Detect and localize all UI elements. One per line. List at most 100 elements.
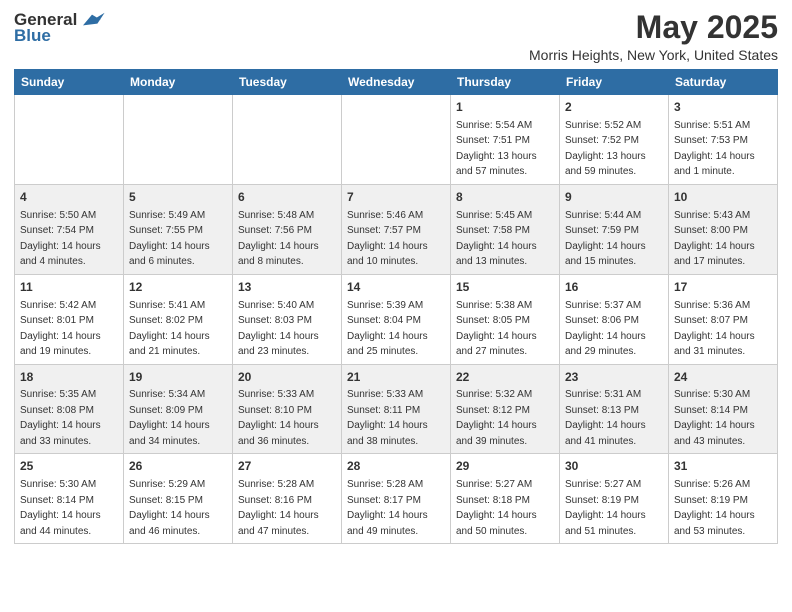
day-info: Sunrise: 5:39 AM Sunset: 8:04 PM Dayligh… bbox=[347, 300, 428, 358]
day-number: 18 bbox=[20, 369, 118, 386]
day-number: 5 bbox=[129, 189, 227, 206]
weekday-header-sunday: Sunday bbox=[15, 70, 124, 95]
day-number: 15 bbox=[456, 279, 554, 296]
day-number: 13 bbox=[238, 279, 336, 296]
day-info: Sunrise: 5:29 AM Sunset: 8:15 PM Dayligh… bbox=[129, 479, 210, 537]
day-number: 27 bbox=[238, 458, 336, 475]
day-info: Sunrise: 5:33 AM Sunset: 8:10 PM Dayligh… bbox=[238, 389, 319, 447]
day-number: 9 bbox=[565, 189, 663, 206]
weekday-header-wednesday: Wednesday bbox=[342, 70, 451, 95]
calendar-cell: 17 Sunrise: 5:36 AM Sunset: 8:07 PM Dayli… bbox=[669, 274, 778, 364]
day-number: 2 bbox=[565, 99, 663, 116]
day-info: Sunrise: 5:44 AM Sunset: 7:59 PM Dayligh… bbox=[565, 210, 646, 268]
day-number: 11 bbox=[20, 279, 118, 296]
day-number: 17 bbox=[674, 279, 772, 296]
day-number: 24 bbox=[674, 369, 772, 386]
day-number: 20 bbox=[238, 369, 336, 386]
day-number: 26 bbox=[129, 458, 227, 475]
day-number: 29 bbox=[456, 458, 554, 475]
day-info: Sunrise: 5:37 AM Sunset: 8:06 PM Dayligh… bbox=[565, 300, 646, 358]
calendar-cell: 1 Sunrise: 5:54 AM Sunset: 7:51 PM Daylig… bbox=[451, 95, 560, 185]
calendar-cell: 28Sunrise: 5:28 AM Sunset: 8:17 PM Dayli… bbox=[342, 454, 451, 544]
day-info: Sunrise: 5:40 AM Sunset: 8:03 PM Dayligh… bbox=[238, 300, 319, 358]
calendar-cell: 19Sunrise: 5:34 AM Sunset: 8:09 PM Dayli… bbox=[124, 364, 233, 454]
day-info: Sunrise: 5:33 AM Sunset: 8:11 PM Dayligh… bbox=[347, 389, 428, 447]
day-info: Sunrise: 5:34 AM Sunset: 8:09 PM Dayligh… bbox=[129, 389, 210, 447]
calendar-cell: 12 Sunrise: 5:41 AM Sunset: 8:02 PM Dayli… bbox=[124, 274, 233, 364]
weekday-header-tuesday: Tuesday bbox=[233, 70, 342, 95]
page: General Blue May 2025 Morris Heights, Ne… bbox=[0, 0, 792, 558]
day-number: 21 bbox=[347, 369, 445, 386]
calendar-cell: 18Sunrise: 5:35 AM Sunset: 8:08 PM Dayli… bbox=[15, 364, 124, 454]
day-number: 16 bbox=[565, 279, 663, 296]
header: General Blue May 2025 Morris Heights, Ne… bbox=[14, 10, 778, 63]
day-number: 7 bbox=[347, 189, 445, 206]
calendar-cell: 21 Sunrise: 5:33 AM Sunset: 8:11 PM Dayli… bbox=[342, 364, 451, 454]
day-info: Sunrise: 5:27 AM Sunset: 8:19 PM Dayligh… bbox=[565, 479, 646, 537]
day-info: Sunrise: 5:51 AM Sunset: 7:53 PM Dayligh… bbox=[674, 120, 755, 178]
calendar-cell: 20 Sunrise: 5:33 AM Sunset: 8:10 PM Dayli… bbox=[233, 364, 342, 454]
weekday-header-saturday: Saturday bbox=[669, 70, 778, 95]
calendar-cell: 4 Sunrise: 5:50 AM Sunset: 7:54 PM Daylig… bbox=[15, 184, 124, 274]
weekday-header-monday: Monday bbox=[124, 70, 233, 95]
logo-blue: Blue bbox=[14, 26, 51, 46]
day-info: Sunrise: 5:30 AM Sunset: 8:14 PM Dayligh… bbox=[674, 389, 755, 447]
calendar-cell: 3 Sunrise: 5:51 AM Sunset: 7:53 PM Daylig… bbox=[669, 95, 778, 185]
calendar-cell: 10 Sunrise: 5:43 AM Sunset: 8:00 PM Dayli… bbox=[669, 184, 778, 274]
day-number: 30 bbox=[565, 458, 663, 475]
logo: General Blue bbox=[14, 10, 105, 46]
day-info: Sunrise: 5:46 AM Sunset: 7:57 PM Dayligh… bbox=[347, 210, 428, 268]
day-info: Sunrise: 5:52 AM Sunset: 7:52 PM Dayligh… bbox=[565, 120, 646, 178]
calendar-cell bbox=[124, 95, 233, 185]
day-number: 3 bbox=[674, 99, 772, 116]
calendar-cell bbox=[342, 95, 451, 185]
calendar-cell: 31Sunrise: 5:26 AM Sunset: 8:19 PM Dayli… bbox=[669, 454, 778, 544]
calendar-table: SundayMondayTuesdayWednesdayThursdayFrid… bbox=[14, 69, 778, 544]
calendar-cell: 22Sunrise: 5:32 AM Sunset: 8:12 PM Dayli… bbox=[451, 364, 560, 454]
day-info: Sunrise: 5:45 AM Sunset: 7:58 PM Dayligh… bbox=[456, 210, 537, 268]
day-number: 4 bbox=[20, 189, 118, 206]
day-number: 10 bbox=[674, 189, 772, 206]
day-info: Sunrise: 5:54 AM Sunset: 7:51 PM Dayligh… bbox=[456, 120, 537, 178]
title-block: May 2025 Morris Heights, New York, Unite… bbox=[529, 10, 778, 63]
calendar-cell: 30 Sunrise: 5:27 AM Sunset: 8:19 PM Dayli… bbox=[560, 454, 669, 544]
day-info: Sunrise: 5:49 AM Sunset: 7:55 PM Dayligh… bbox=[129, 210, 210, 268]
location-title: Morris Heights, New York, United States bbox=[529, 47, 778, 63]
calendar-cell: 26 Sunrise: 5:29 AM Sunset: 8:15 PM Dayli… bbox=[124, 454, 233, 544]
month-title: May 2025 bbox=[529, 10, 778, 45]
day-info: Sunrise: 5:48 AM Sunset: 7:56 PM Dayligh… bbox=[238, 210, 319, 268]
day-info: Sunrise: 5:50 AM Sunset: 7:54 PM Dayligh… bbox=[20, 210, 101, 268]
day-number: 8 bbox=[456, 189, 554, 206]
calendar-cell: 27 Sunrise: 5:28 AM Sunset: 8:16 PM Dayli… bbox=[233, 454, 342, 544]
calendar-cell: 7 Sunrise: 5:46 AM Sunset: 7:57 PM Daylig… bbox=[342, 184, 451, 274]
calendar-cell: 9 Sunrise: 5:44 AM Sunset: 7:59 PM Daylig… bbox=[560, 184, 669, 274]
calendar-cell: 6Sunrise: 5:48 AM Sunset: 7:56 PM Daylig… bbox=[233, 184, 342, 274]
day-info: Sunrise: 5:38 AM Sunset: 8:05 PM Dayligh… bbox=[456, 300, 537, 358]
calendar-cell bbox=[15, 95, 124, 185]
weekday-header-thursday: Thursday bbox=[451, 70, 560, 95]
calendar-cell: 29 Sunrise: 5:27 AM Sunset: 8:18 PM Dayli… bbox=[451, 454, 560, 544]
calendar-cell bbox=[233, 95, 342, 185]
logo-bird-icon bbox=[79, 11, 105, 29]
calendar-cell: 14Sunrise: 5:39 AM Sunset: 8:04 PM Dayli… bbox=[342, 274, 451, 364]
weekday-header-friday: Friday bbox=[560, 70, 669, 95]
calendar-cell: 25Sunrise: 5:30 AM Sunset: 8:14 PM Dayli… bbox=[15, 454, 124, 544]
day-info: Sunrise: 5:30 AM Sunset: 8:14 PM Dayligh… bbox=[20, 479, 101, 537]
day-info: Sunrise: 5:41 AM Sunset: 8:02 PM Dayligh… bbox=[129, 300, 210, 358]
day-info: Sunrise: 5:36 AM Sunset: 8:07 PM Dayligh… bbox=[674, 300, 755, 358]
day-info: Sunrise: 5:28 AM Sunset: 8:16 PM Dayligh… bbox=[238, 479, 319, 537]
calendar-cell: 2 Sunrise: 5:52 AM Sunset: 7:52 PM Daylig… bbox=[560, 95, 669, 185]
day-number: 1 bbox=[456, 99, 554, 116]
day-info: Sunrise: 5:43 AM Sunset: 8:00 PM Dayligh… bbox=[674, 210, 755, 268]
calendar-cell: 15 Sunrise: 5:38 AM Sunset: 8:05 PM Dayli… bbox=[451, 274, 560, 364]
day-info: Sunrise: 5:42 AM Sunset: 8:01 PM Dayligh… bbox=[20, 300, 101, 358]
calendar-cell: 5 Sunrise: 5:49 AM Sunset: 7:55 PM Daylig… bbox=[124, 184, 233, 274]
day-number: 12 bbox=[129, 279, 227, 296]
calendar-cell: 23Sunrise: 5:31 AM Sunset: 8:13 PM Dayli… bbox=[560, 364, 669, 454]
day-number: 23 bbox=[565, 369, 663, 386]
calendar-cell: 16 Sunrise: 5:37 AM Sunset: 8:06 PM Dayli… bbox=[560, 274, 669, 364]
day-number: 22 bbox=[456, 369, 554, 386]
calendar-cell: 24 Sunrise: 5:30 AM Sunset: 8:14 PM Dayli… bbox=[669, 364, 778, 454]
calendar-cell: 11 Sunrise: 5:42 AM Sunset: 8:01 PM Dayli… bbox=[15, 274, 124, 364]
day-info: Sunrise: 5:27 AM Sunset: 8:18 PM Dayligh… bbox=[456, 479, 537, 537]
